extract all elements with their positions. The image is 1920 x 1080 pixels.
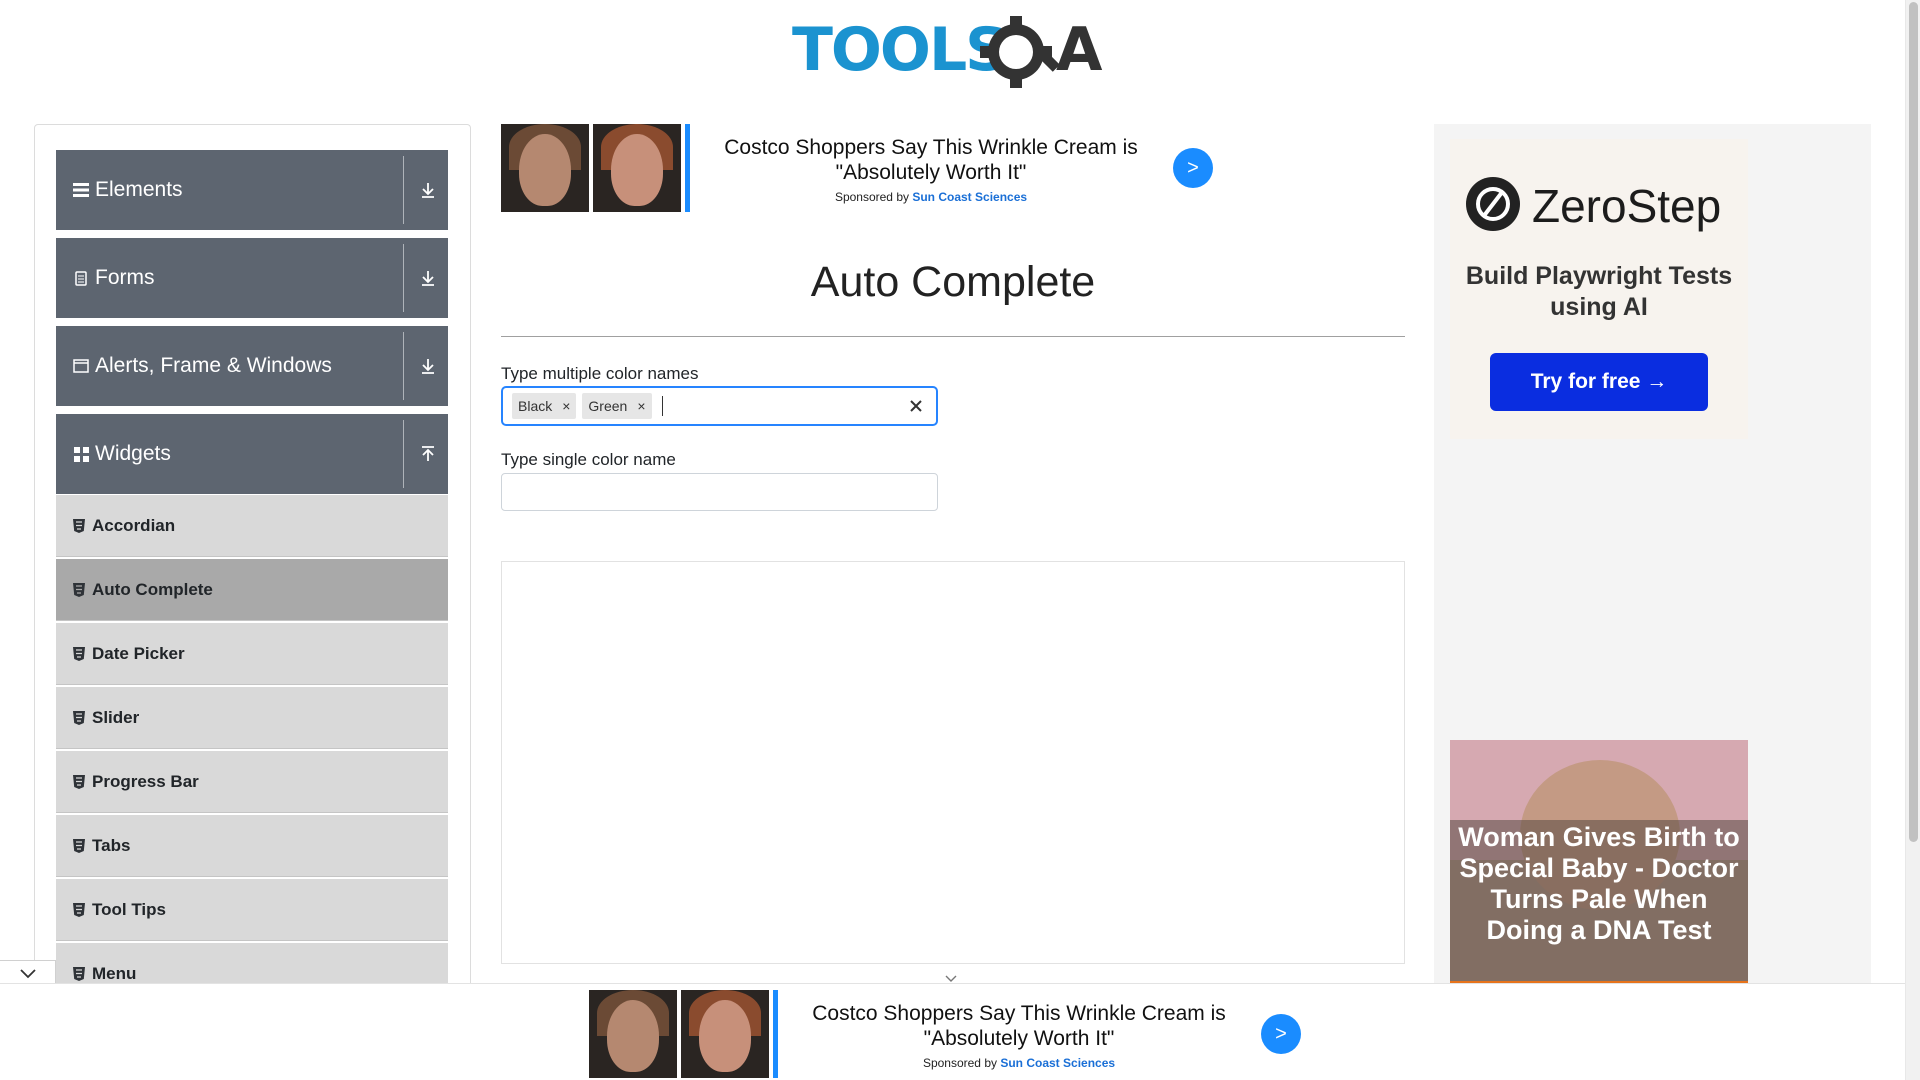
- upload-arrow-icon[interactable]: [416, 442, 440, 466]
- group-label: Alerts, Frame & Windows: [95, 354, 332, 377]
- toolsqa-logo[interactable]: TOOLS A: [792, 14, 1116, 90]
- html5-icon: [73, 838, 85, 853]
- chip-remove-icon[interactable]: ×: [558, 398, 576, 414]
- group-label: Forms: [95, 266, 155, 289]
- sidebar-item-label: Progress Bar: [92, 771, 199, 791]
- group-forms[interactable]: Forms: [56, 238, 448, 318]
- window-icon: [73, 358, 89, 374]
- download-arrow-icon[interactable]: [416, 354, 440, 378]
- html5-icon: [73, 902, 85, 917]
- html5-icon: [73, 518, 85, 533]
- scrollbar-thumb[interactable]: [1909, 2, 1918, 842]
- form-icon: [73, 270, 89, 286]
- chip-remove-icon[interactable]: ×: [633, 398, 651, 414]
- html5-icon: [73, 966, 85, 981]
- chevron-down-icon: [19, 969, 36, 979]
- group-alerts-frame-windows[interactable]: Alerts, Frame & Windows: [56, 326, 448, 406]
- multi-color-input[interactable]: Black × Green ×: [501, 386, 938, 426]
- sponsor-link[interactable]: Sun Coast Sciences: [912, 190, 1027, 204]
- ad-image: [593, 124, 681, 212]
- zerostep-logo-icon: [1466, 177, 1520, 231]
- sidebar-item-date-picker[interactable]: Date Picker: [56, 623, 448, 685]
- title-divider: [501, 336, 1405, 337]
- sidebar-item-progress-bar[interactable]: Progress Bar: [56, 751, 448, 813]
- download-arrow-icon[interactable]: [416, 178, 440, 202]
- zerostep-tagline: Build Playwright Tests using AI: [1465, 262, 1733, 321]
- sponsored-by-label: Sponsored by: [834, 190, 909, 204]
- html5-icon: [73, 646, 85, 661]
- group-label: Elements: [95, 178, 183, 201]
- ad-go-button[interactable]: >: [1173, 148, 1213, 188]
- site-header: TOOLS A: [0, 0, 1905, 100]
- sidebar-item-label: Slider: [92, 707, 140, 727]
- ad-headline[interactable]: Costco Shoppers Say This Wrinkle Cream i…: [711, 135, 1151, 185]
- download-arrow-icon[interactable]: [416, 266, 440, 290]
- left-sidebar: Elements Forms Alerts, Frame & Windows W…: [34, 124, 471, 986]
- ad-image: [589, 990, 677, 1078]
- sidebar-item-label: Tool Tips: [92, 899, 166, 919]
- sponsored-ad-top[interactable]: Costco Shoppers Say This Wrinkle Cream i…: [501, 124, 1213, 212]
- divider: [403, 156, 404, 224]
- chip-label: Black: [518, 398, 553, 414]
- sidebar-item-label: Menu: [92, 963, 137, 983]
- page: TOOLS A Elements Forms Alerts, Frame & W…: [0, 0, 1920, 1080]
- divider: [403, 420, 404, 488]
- group-elements[interactable]: Elements: [56, 150, 448, 230]
- zerostep-ad[interactable]: ZeroStep Build Playwright Tests using AI…: [1450, 139, 1748, 439]
- divider: [403, 332, 404, 400]
- single-color-input[interactable]: [501, 473, 938, 511]
- grid-icon: [73, 446, 89, 462]
- ad-image: [501, 124, 589, 212]
- svg-text:TOOLS: TOOLS: [792, 15, 1006, 85]
- color-chip: Black ×: [512, 393, 577, 419]
- single-color-label: Type single color name: [501, 450, 676, 469]
- group-widgets[interactable]: Widgets: [56, 414, 448, 494]
- sidebar-item-tabs[interactable]: Tabs: [56, 815, 448, 877]
- sponsored-ad-bottom[interactable]: Costco Shoppers Say This Wrinkle Cream i…: [589, 990, 1301, 1078]
- ad-accent-bar: [685, 124, 690, 212]
- ad-image: [681, 990, 769, 1078]
- text-caret: [661, 396, 663, 416]
- clear-all-icon[interactable]: [906, 396, 926, 416]
- ad-sponsor-line: Sponsored by Sun Coast Sciences: [711, 190, 1151, 204]
- divider: [403, 244, 404, 312]
- sponsor-link[interactable]: Sun Coast Sciences: [1000, 1056, 1115, 1070]
- sidebar-item-label: Tabs: [92, 835, 131, 855]
- page-title: Auto Complete: [810, 258, 1096, 306]
- sponsored-by-label: Sponsored by: [922, 1056, 997, 1070]
- multi-color-label: Type multiple color names: [501, 364, 699, 383]
- try-for-free-button[interactable]: Try for free →: [1490, 353, 1708, 411]
- group-label: Widgets: [95, 442, 171, 465]
- svg-text:A: A: [1056, 15, 1103, 85]
- hamburger-icon: [73, 182, 89, 198]
- page-scrollbar[interactable]: [1905, 0, 1920, 1080]
- sidebar-item-label: Accordian: [92, 515, 176, 535]
- sidebar-item-slider[interactable]: Slider: [56, 687, 448, 749]
- chip-label: Green: [588, 398, 628, 414]
- sidebar-item-auto-complete[interactable]: Auto Complete: [56, 559, 448, 621]
- ad-headline[interactable]: Costco Shoppers Say This Wrinkle Cream i…: [799, 1001, 1239, 1051]
- html5-icon: [73, 710, 85, 725]
- sidebar-item-label: Date Picker: [92, 643, 185, 663]
- sidebar-item-label: Auto Complete: [92, 579, 213, 599]
- ad-placeholder-frame: [501, 561, 1405, 964]
- ad-headline[interactable]: Woman Gives Birth to Special Baby - Doct…: [1456, 822, 1742, 946]
- ad-accent-bar: [773, 990, 778, 1078]
- zerostep-brand: ZeroStep: [1532, 180, 1722, 232]
- color-chip: Green ×: [582, 393, 652, 419]
- ad-sponsor-line: Sponsored by Sun Coast Sciences: [799, 1056, 1239, 1070]
- baby-story-ad[interactable]: Woman Gives Birth to Special Baby - Doct…: [1450, 740, 1748, 984]
- sidebar-item-menu[interactable]: Menu: [56, 943, 448, 986]
- html5-icon: [73, 774, 85, 789]
- ad-go-button[interactable]: >: [1261, 1014, 1301, 1054]
- html5-icon: [73, 582, 85, 597]
- sidebar-item-accordian[interactable]: Accordian: [56, 495, 448, 557]
- sidebar-item-tool-tips[interactable]: Tool Tips: [56, 879, 448, 941]
